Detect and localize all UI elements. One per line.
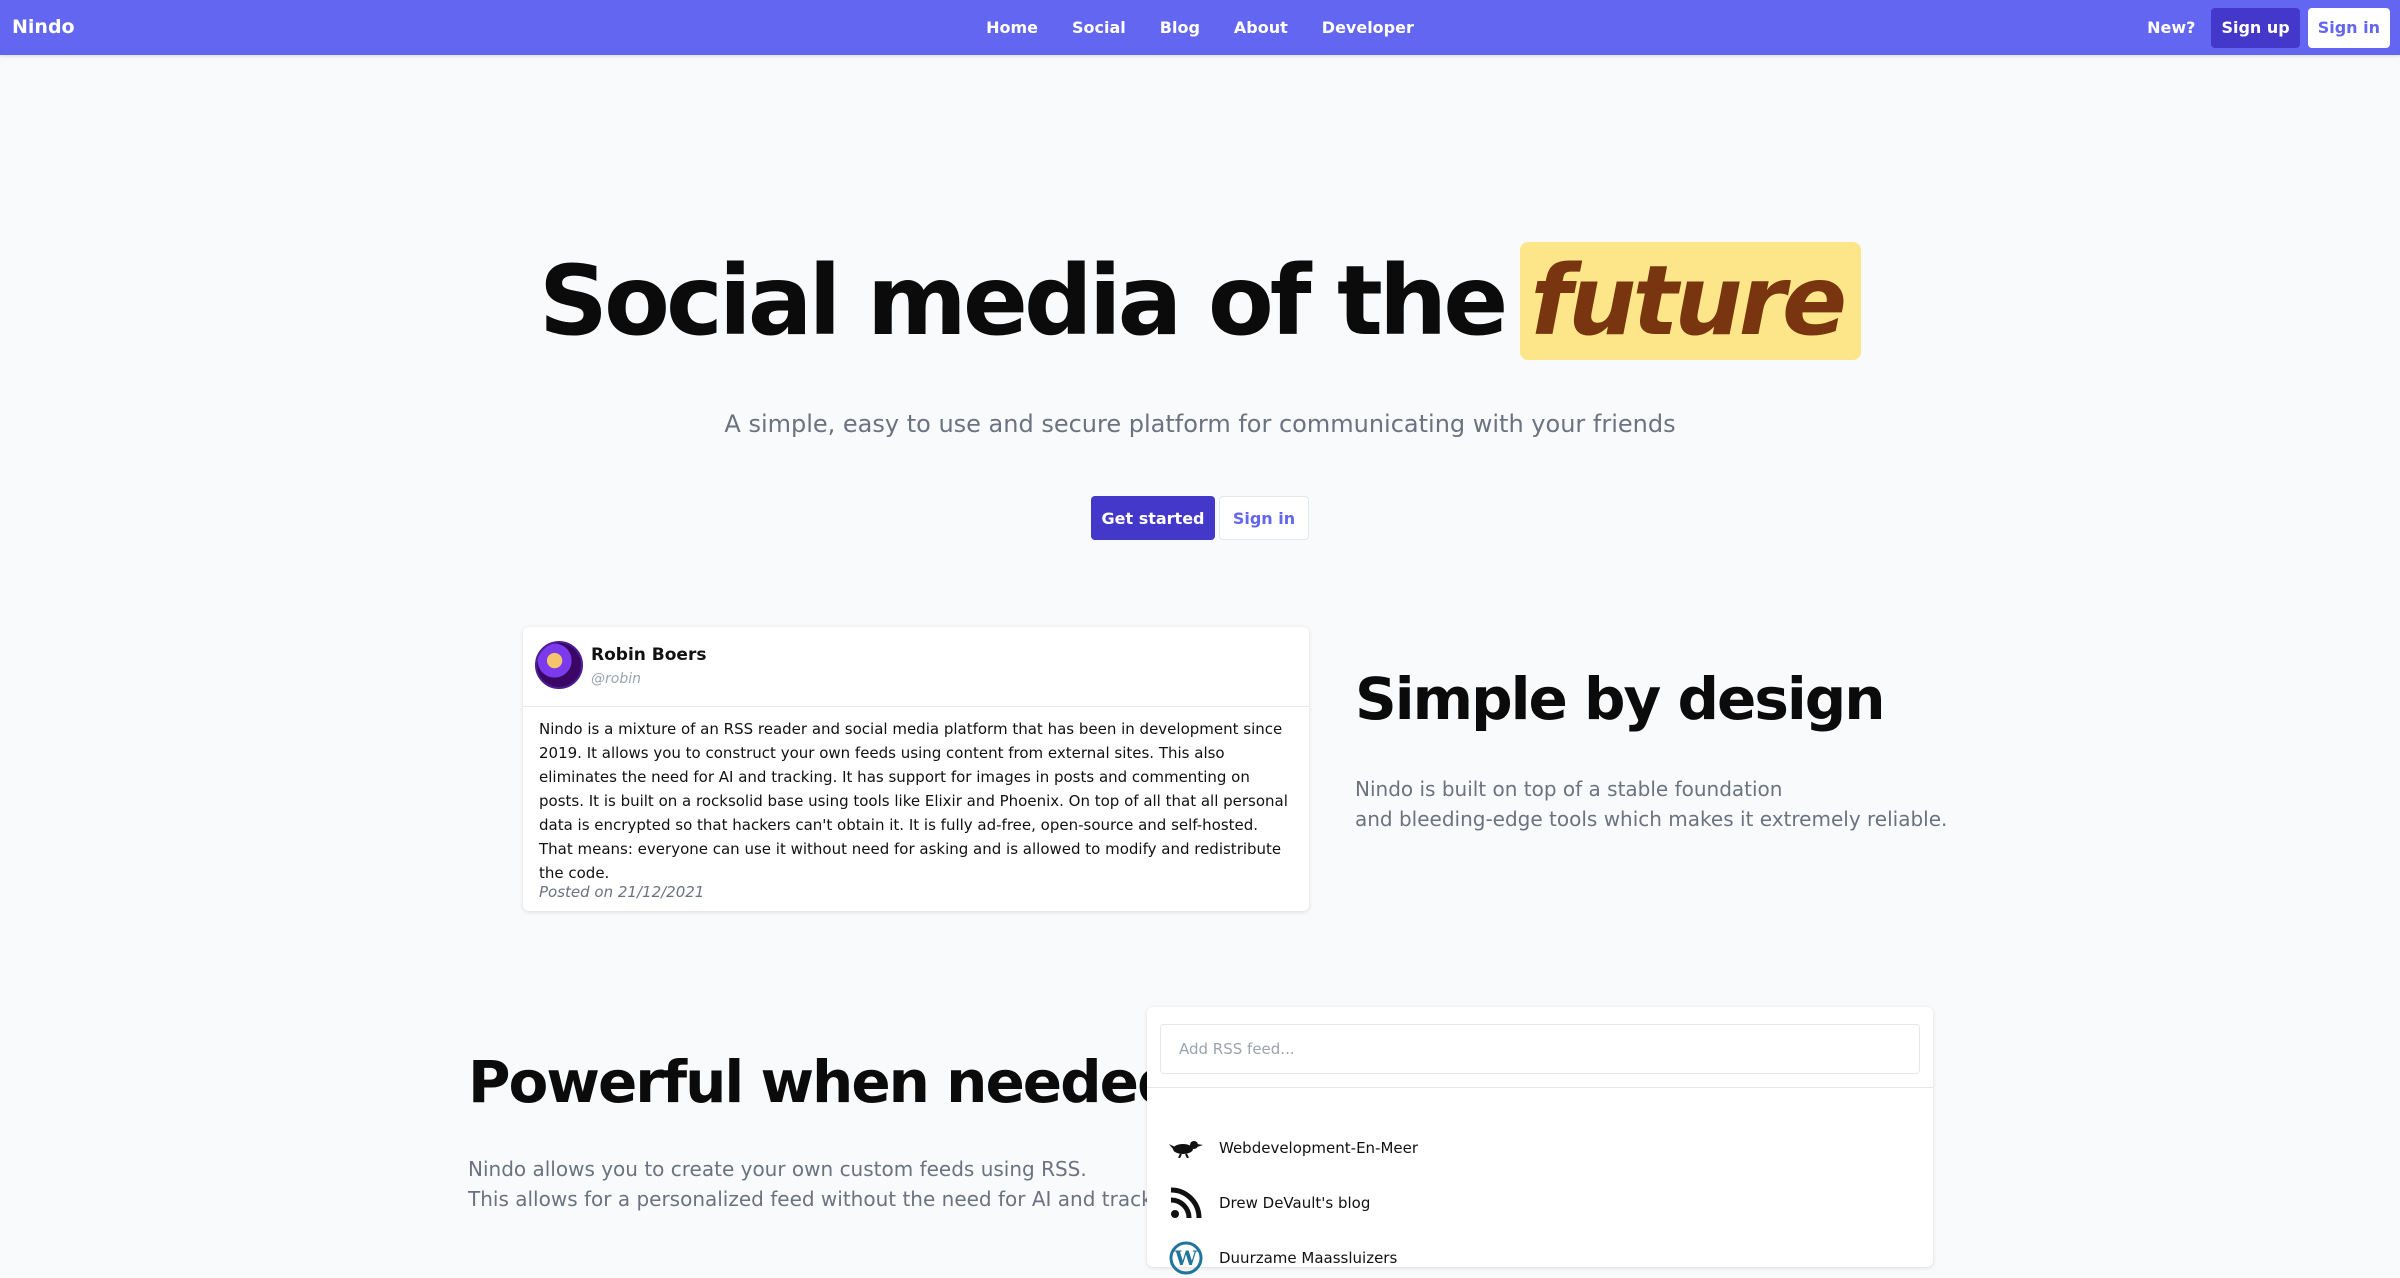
bird-logo-icon (1169, 1131, 1203, 1165)
hero-highlight: future (1520, 242, 1862, 360)
post-header: Robin Boers @robin (523, 627, 1309, 707)
simple-by-design-text: Nindo is built on top of a stable founda… (1355, 774, 1947, 834)
post-date: Posted on 21/12/2021 (539, 883, 705, 901)
nav-links: Home Social Blog About Developer (0, 0, 2400, 55)
nav-link-home[interactable]: Home (986, 18, 1038, 37)
rss-feed-card: Webdevelopment-En-Meer Drew DeVault's bl… (1147, 1007, 1933, 1275)
powerful-line-1: Nindo allows you to create your own cust… (468, 1157, 1087, 1181)
nav-signin-button[interactable]: Sign in (2307, 7, 2390, 48)
svg-text:W: W (1174, 1246, 1198, 1270)
nav-link-social[interactable]: Social (1072, 18, 1126, 37)
new-label: New? (2147, 18, 2196, 37)
feed-item[interactable]: Drew DeVault's blog (1169, 1183, 1370, 1223)
simple-line-1: Nindo is built on top of a stable founda… (1355, 777, 1783, 801)
hero-title-text: Social media of the (538, 245, 1508, 357)
feed-item[interactable]: W Duurzame Maassluizers (1169, 1238, 1397, 1278)
feed-name: Webdevelopment-En-Meer (1219, 1139, 1419, 1157)
get-started-button[interactable]: Get started (1091, 496, 1215, 540)
rss-feed-input[interactable] (1160, 1024, 1920, 1074)
divider (1147, 1087, 1933, 1088)
avatar[interactable] (535, 641, 583, 689)
feed-item[interactable]: Webdevelopment-En-Meer (1169, 1128, 1418, 1168)
nav-auth: New? Sign up Sign in (2147, 0, 2390, 55)
hero-title: Social media of the future (538, 242, 1862, 360)
simple-line-2: and bleeding-edge tools which makes it e… (1355, 807, 1948, 831)
simple-by-design-heading: Simple by design (1355, 665, 1886, 733)
top-navbar: Nindo Home Social Blog About Developer N… (0, 0, 2400, 55)
powerful-line-2: This allows for a personalized feed with… (468, 1187, 1190, 1211)
post-author[interactable]: Robin Boers (591, 645, 706, 665)
feed-name: Duurzame Maassluizers (1219, 1249, 1398, 1267)
example-post-card: Robin Boers @robin Nindo is a mixture of… (523, 627, 1309, 911)
nav-link-about[interactable]: About (1234, 18, 1288, 37)
hero-signin-button[interactable]: Sign in (1219, 496, 1309, 540)
wordpress-icon: W (1169, 1241, 1203, 1275)
feed-name: Drew DeVault's blog (1219, 1194, 1371, 1212)
nav-link-developer[interactable]: Developer (1322, 18, 1414, 37)
post-handle: @robin (591, 671, 641, 687)
rss-icon (1169, 1186, 1203, 1220)
powerful-heading: Powerful when needed (468, 1048, 1179, 1116)
post-body: Nindo is a mixture of an RSS reader and … (539, 720, 1288, 882)
hero-subtitle: A simple, easy to use and secure platfor… (724, 410, 1676, 438)
hero-heading: Social media of the future (0, 242, 2400, 360)
nav-link-blog[interactable]: Blog (1160, 18, 1200, 37)
signup-button[interactable]: Sign up (2211, 7, 2300, 48)
hero-actions: Get started Sign in (0, 496, 2400, 540)
powerful-text: Nindo allows you to create your own cust… (468, 1154, 1190, 1214)
